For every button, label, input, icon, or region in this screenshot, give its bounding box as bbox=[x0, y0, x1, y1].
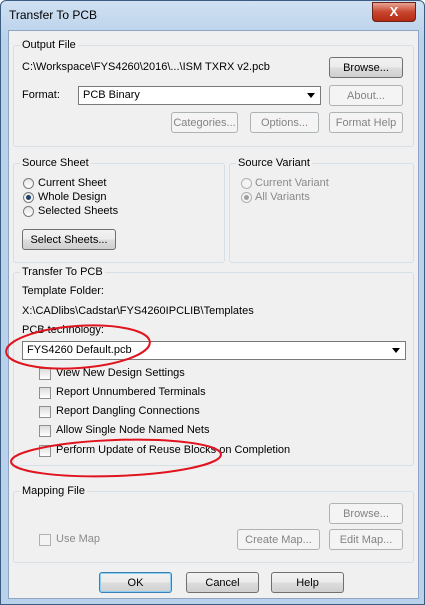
chevron-down-icon bbox=[392, 348, 400, 353]
pcb-technology-label: PCB technology: bbox=[22, 324, 104, 336]
browse-output-button[interactable]: Browse... bbox=[329, 57, 403, 78]
template-folder-path: X:\CADlibs\Cadstar\FYS4260IPCLIB\Templat… bbox=[22, 305, 254, 317]
about-button[interactable]: About... bbox=[329, 85, 403, 106]
use-map-label: Use Map bbox=[56, 533, 101, 545]
format-value: PCB Binary bbox=[83, 89, 140, 101]
mapping-file-group: Mapping File Browse... Use Map Create Ma… bbox=[13, 485, 414, 563]
current-sheet-label: Current Sheet bbox=[38, 177, 107, 189]
options-button[interactable]: Options... bbox=[250, 112, 319, 133]
current-sheet-radio[interactable] bbox=[23, 178, 34, 189]
source-variant-group: Source Variant Current Variant All Varia… bbox=[229, 157, 414, 263]
view-new-design-settings-label: View New Design Settings bbox=[56, 367, 185, 379]
chevron-down-icon bbox=[307, 93, 315, 98]
selected-sheets-radio[interactable] bbox=[23, 206, 34, 217]
whole-design-label: Whole Design bbox=[38, 191, 107, 203]
cancel-button[interactable]: Cancel bbox=[186, 572, 259, 593]
edit-map-button[interactable]: Edit Map... bbox=[329, 529, 403, 550]
output-file-group: Output File C:\Workspace\FYS4260\2016\..… bbox=[13, 39, 414, 147]
report-unnumbered-terminals-checkbox[interactable] bbox=[39, 387, 51, 399]
view-new-design-settings-checkbox[interactable] bbox=[39, 368, 51, 380]
perform-update-reuse-blocks-checkbox[interactable] bbox=[39, 445, 51, 457]
allow-single-node-named-nets-checkbox[interactable] bbox=[39, 425, 51, 437]
output-file-path: C:\Workspace\FYS4260\2016\...\ISM TXRX v… bbox=[22, 61, 270, 73]
select-sheets-button[interactable]: Select Sheets... bbox=[22, 229, 116, 250]
whole-design-radio[interactable] bbox=[23, 192, 34, 203]
all-variants-label: All Variants bbox=[255, 191, 310, 203]
title-bar: Transfer To PCB X bbox=[1, 1, 424, 31]
all-variants-radio[interactable] bbox=[241, 192, 252, 203]
pcb-technology-select[interactable]: FYS4260 Default.pcb bbox=[22, 341, 406, 360]
allow-single-node-named-nets-label: Allow Single Node Named Nets bbox=[56, 424, 210, 436]
transfer-label: Transfer To PCB bbox=[20, 266, 105, 278]
use-map-checkbox[interactable] bbox=[39, 534, 51, 546]
browse-map-button[interactable]: Browse... bbox=[329, 503, 403, 524]
perform-update-reuse-blocks-label: Perform Update of Reuse Blocks on Comple… bbox=[56, 444, 291, 456]
format-select[interactable]: PCB Binary bbox=[78, 86, 321, 105]
output-file-label: Output File bbox=[20, 39, 78, 51]
categories-button[interactable]: Categories... bbox=[171, 112, 238, 133]
help-button[interactable]: Help bbox=[271, 572, 344, 593]
ok-button[interactable]: OK bbox=[99, 572, 172, 593]
report-dangling-connections-label: Report Dangling Connections bbox=[56, 405, 200, 417]
pcb-technology-value: FYS4260 Default.pcb bbox=[27, 344, 132, 356]
selected-sheets-label: Selected Sheets bbox=[38, 205, 119, 217]
dialog-window: Transfer To PCB X Output File C:\Workspa… bbox=[0, 0, 425, 605]
source-sheet-label: Source Sheet bbox=[20, 157, 91, 169]
transfer-group: Transfer To PCB Template Folder: X:\CADl… bbox=[13, 266, 414, 466]
format-label: Format: bbox=[22, 89, 60, 101]
template-folder-label: Template Folder: bbox=[22, 285, 104, 297]
source-variant-label: Source Variant bbox=[236, 157, 312, 169]
current-variant-label: Current Variant bbox=[255, 177, 329, 189]
source-sheet-group: Source Sheet Current Sheet Whole Design … bbox=[13, 157, 225, 263]
report-unnumbered-terminals-label: Report Unnumbered Terminals bbox=[56, 386, 206, 398]
dialog-client: Output File C:\Workspace\FYS4260\2016\..… bbox=[8, 30, 419, 599]
format-help-button[interactable]: Format Help bbox=[329, 112, 403, 133]
report-dangling-connections-checkbox[interactable] bbox=[39, 406, 51, 418]
close-button[interactable]: X bbox=[372, 2, 416, 22]
current-variant-radio[interactable] bbox=[241, 178, 252, 189]
dialog-title: Transfer To PCB bbox=[9, 8, 98, 22]
mapping-file-label: Mapping File bbox=[20, 485, 87, 497]
create-map-button[interactable]: Create Map... bbox=[237, 529, 320, 550]
